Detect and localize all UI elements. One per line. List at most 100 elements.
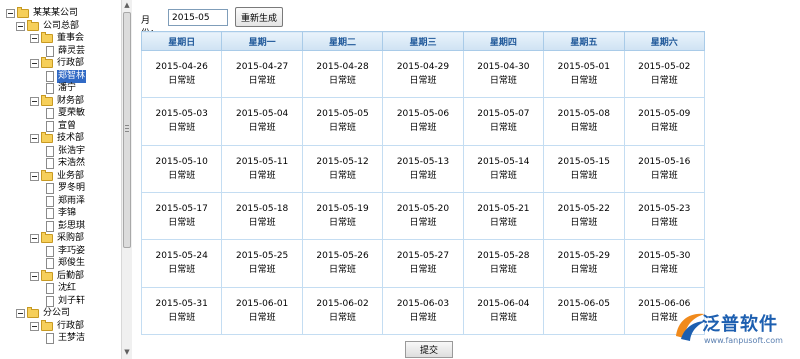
calendar-day-cell[interactable]: 2015-05-14 日常班 <box>462 144 545 193</box>
calendar-day-cell[interactable]: 2015-05-06 日常班 <box>382 97 464 146</box>
calendar-day-cell[interactable]: 2015-05-28 日常班 <box>462 239 545 288</box>
calendar-day-cell[interactable]: 2015-05-25 日常班 <box>221 239 303 288</box>
weekday-header: 星期三 <box>382 31 464 51</box>
calendar-day-cell[interactable]: 2015-05-27 日常班 <box>382 239 464 288</box>
calendar-day-cell[interactable]: 2015-05-11 日常班 <box>221 144 303 193</box>
day-shift: 日常班 <box>409 170 437 181</box>
calendar-day-cell[interactable]: 2015-05-30 日常班 <box>623 239 706 288</box>
calendar-day-cell[interactable]: 2015-05-05 日常班 <box>301 97 384 146</box>
collapse-toggle-icon[interactable] <box>30 59 39 68</box>
day-date: 2015-06-03 <box>396 298 450 309</box>
calendar-day-cell[interactable]: 2015-05-26 日常班 <box>301 239 384 288</box>
collapse-toggle-icon[interactable] <box>30 321 39 331</box>
weekday-header: 星期二 <box>301 31 384 51</box>
calendar-day-cell[interactable]: 2015-05-23 日常班 <box>623 191 706 241</box>
tree-node-label: 郑雨泽 <box>58 195 86 206</box>
calendar-day-cell[interactable]: 2015-06-01 日常班 <box>221 286 303 336</box>
calendar-day-cell[interactable]: 2015-06-05 日常班 <box>543 286 625 336</box>
person-icon <box>46 83 54 94</box>
day-shift: 日常班 <box>489 265 517 276</box>
calendar-day-cell[interactable]: 2015-04-29 日常班 <box>382 49 464 99</box>
calendar-day-cell[interactable]: 2015-05-16 日常班 <box>623 144 706 193</box>
tree-node-label: 郑俊生 <box>58 258 86 268</box>
calendar-day-cell[interactable]: 2015-05-09 日常班 <box>623 97 706 146</box>
day-date: 2015-05-30 <box>638 251 691 262</box>
calendar-day-cell[interactable]: 2015-04-27 日常班 <box>221 49 303 99</box>
collapse-toggle-icon[interactable] <box>30 96 39 106</box>
scroll-down-arrow-icon[interactable]: ▼ <box>123 348 131 357</box>
collapse-toggle-icon[interactable] <box>30 234 39 243</box>
calendar-day-cell[interactable]: 2015-04-30 日常班 <box>462 49 545 99</box>
scroll-thumb[interactable] <box>123 12 131 248</box>
brand-name: 泛普软件 <box>702 314 778 335</box>
day-shift: 日常班 <box>168 312 196 323</box>
calendar-day-cell[interactable]: 2015-04-28 日常班 <box>301 49 384 99</box>
weekday-header: 星期日 <box>140 31 223 51</box>
day-shift: 日常班 <box>570 218 598 229</box>
calendar-day-cell[interactable]: 2015-05-29 日常班 <box>543 239 625 288</box>
submit-button[interactable]: 提交 <box>405 341 453 358</box>
day-date: 2015-06-02 <box>316 298 369 309</box>
calendar-day-cell[interactable]: 2015-05-21 日常班 <box>462 191 545 241</box>
calendar-day-cell[interactable]: 2015-05-08 日常班 <box>543 97 625 146</box>
calendar-day-cell[interactable]: 2015-06-03 日常班 <box>382 286 464 336</box>
day-date: 2015-06-04 <box>477 298 530 309</box>
scroll-up-arrow-icon[interactable]: ▲ <box>123 1 131 10</box>
day-date: 2015-06-01 <box>235 298 289 309</box>
day-shift: 日常班 <box>248 312 276 323</box>
calendar-day-cell[interactable]: 2015-05-19 日常班 <box>301 191 384 241</box>
calendar-day-cell[interactable]: 2015-05-13 日常班 <box>382 144 464 193</box>
calendar-day-cell[interactable]: 2015-05-20 日常班 <box>382 191 464 241</box>
day-date: 2015-05-23 <box>638 204 691 215</box>
tree-node-label: 张浩宇 <box>58 145 86 156</box>
calendar-day-cell[interactable]: 2015-05-18 日常班 <box>221 191 303 241</box>
collapse-toggle-icon[interactable] <box>30 271 39 281</box>
calendar-day-cell[interactable]: 2015-05-10 日常班 <box>140 144 223 193</box>
day-date: 2015-05-19 <box>316 204 369 215</box>
person-icon <box>46 258 54 269</box>
calendar-day-cell[interactable]: 2015-05-03 日常班 <box>140 97 223 146</box>
calendar-day-cell[interactable]: 2015-06-02 日常班 <box>301 286 384 336</box>
tree-node-label: 某某某公司 <box>33 8 79 18</box>
person-icon <box>46 333 54 344</box>
tree-node-label: 罗冬明 <box>58 183 86 193</box>
calendar-day-cell[interactable]: 2015-05-01 日常班 <box>543 49 625 99</box>
person-icon <box>46 183 54 194</box>
calendar-day-cell[interactable]: 2015-05-15 日常班 <box>543 144 625 193</box>
day-shift: 日常班 <box>489 170 517 181</box>
calendar-day-cell[interactable]: 2015-05-24 日常班 <box>140 239 223 288</box>
collapse-toggle-icon[interactable] <box>30 34 39 43</box>
regenerate-button[interactable]: 重新生成 <box>235 7 283 27</box>
collapse-toggle-icon[interactable] <box>16 21 25 31</box>
calendar-day-cell[interactable]: 2015-04-26 日常班 <box>140 49 223 99</box>
day-date: 2015-04-27 <box>235 62 289 73</box>
calendar-week-row: 2015-05-24 日常班 2015-05-25 日常班 2015-05-26 日常班 2… <box>140 239 706 288</box>
folder-icon <box>41 94 53 106</box>
calendar-day-cell[interactable]: 2015-06-04 日常班 <box>462 286 545 336</box>
calendar-day-cell[interactable]: 2015-05-12 日常班 <box>301 144 384 193</box>
calendar-day-cell[interactable]: 2015-05-31 日常班 <box>140 286 223 336</box>
tree-scrollbar[interactable]: ▲ ▼ <box>121 0 132 359</box>
day-date: 2015-05-13 <box>396 156 450 167</box>
tree-node-label: 采购部 <box>57 233 85 243</box>
day-shift: 日常班 <box>329 218 357 229</box>
day-date: 2015-05-04 <box>235 109 289 120</box>
month-input[interactable] <box>168 9 228 26</box>
brand-watermark: 泛普软件 www.fanpusoft.com <box>672 304 800 359</box>
day-shift: 日常班 <box>409 76 437 87</box>
calendar-day-cell[interactable]: 2015-05-04 日常班 <box>221 97 303 146</box>
tree-node-label: 郑智林 <box>57 69 87 83</box>
day-shift: 日常班 <box>248 123 276 134</box>
tree-node-label: 李巧姿 <box>58 245 86 256</box>
day-date: 2015-05-22 <box>557 204 610 215</box>
collapse-toggle-icon[interactable] <box>30 134 39 143</box>
calendar-day-cell[interactable]: 2015-05-07 日常班 <box>462 97 545 146</box>
day-shift: 日常班 <box>329 76 357 87</box>
calendar-day-cell[interactable]: 2015-05-17 日常班 <box>140 191 223 241</box>
collapse-toggle-icon[interactable] <box>16 309 25 318</box>
collapse-toggle-icon[interactable] <box>30 171 39 181</box>
calendar-day-cell[interactable]: 2015-05-02 日常班 <box>623 49 706 99</box>
collapse-toggle-icon[interactable] <box>6 9 15 18</box>
day-date: 2015-05-18 <box>235 204 289 215</box>
calendar-day-cell[interactable]: 2015-05-22 日常班 <box>543 191 625 241</box>
